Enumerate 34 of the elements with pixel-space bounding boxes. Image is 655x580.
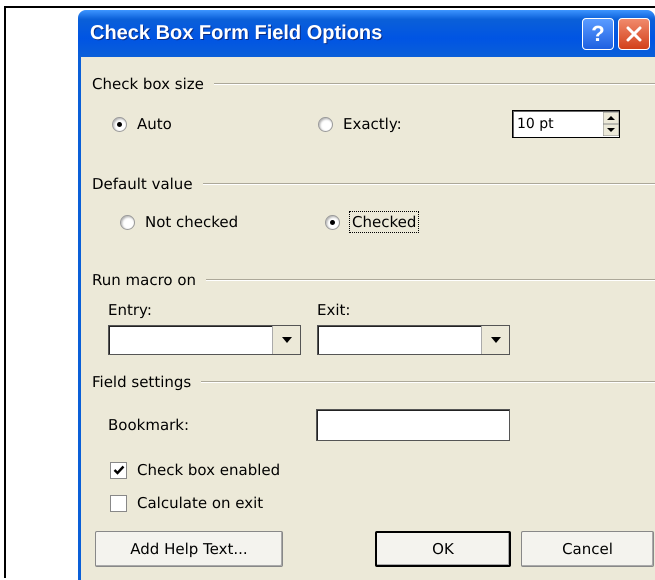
radio-label: Not checked [145, 213, 238, 231]
section-label: Check box size [92, 75, 204, 93]
dialog-button[interactable]: Cancel [521, 531, 654, 567]
checkbox[interactable] [110, 462, 127, 478]
radio-button[interactable] [325, 214, 340, 230]
close-icon [624, 24, 644, 44]
radio-label: Exactly: [343, 115, 402, 133]
radio-button[interactable] [318, 116, 333, 132]
exit-label: Exit: [317, 301, 352, 319]
section-label: Default value [92, 175, 193, 193]
window-title: Check Box Form Field Options [90, 22, 384, 45]
close-button[interactable] [618, 18, 650, 50]
entry-dropdown[interactable] [108, 325, 301, 355]
checkbox[interactable] [110, 494, 127, 512]
bookmark-field[interactable] [316, 409, 510, 441]
caret-icon [282, 337, 292, 343]
spin-down-icon[interactable] [603, 124, 619, 136]
dialog-button[interactable]: Add Help Text... [95, 531, 283, 567]
radio-button[interactable] [120, 214, 135, 230]
radio-label: Checked [350, 212, 418, 232]
caret-icon [490, 337, 500, 343]
entry-label: Entry: [108, 301, 153, 319]
spin-up-icon[interactable] [603, 112, 619, 124]
exit-dropdown[interactable] [317, 325, 510, 355]
bookmark-label: Bookmark: [108, 416, 190, 434]
checkbox-label: Calculate on exit [137, 494, 264, 512]
section-label: Run macro on [92, 271, 196, 289]
radio-button[interactable] [112, 116, 127, 132]
checkbox-label: Check box enabled [137, 461, 280, 479]
dialog-button[interactable]: OK [375, 531, 511, 567]
help-button[interactable]: ? [582, 18, 614, 50]
section-label: Field settings [92, 373, 192, 391]
size-spin-field[interactable]: 10 pt [512, 110, 620, 138]
radio-label: Auto [137, 115, 172, 133]
